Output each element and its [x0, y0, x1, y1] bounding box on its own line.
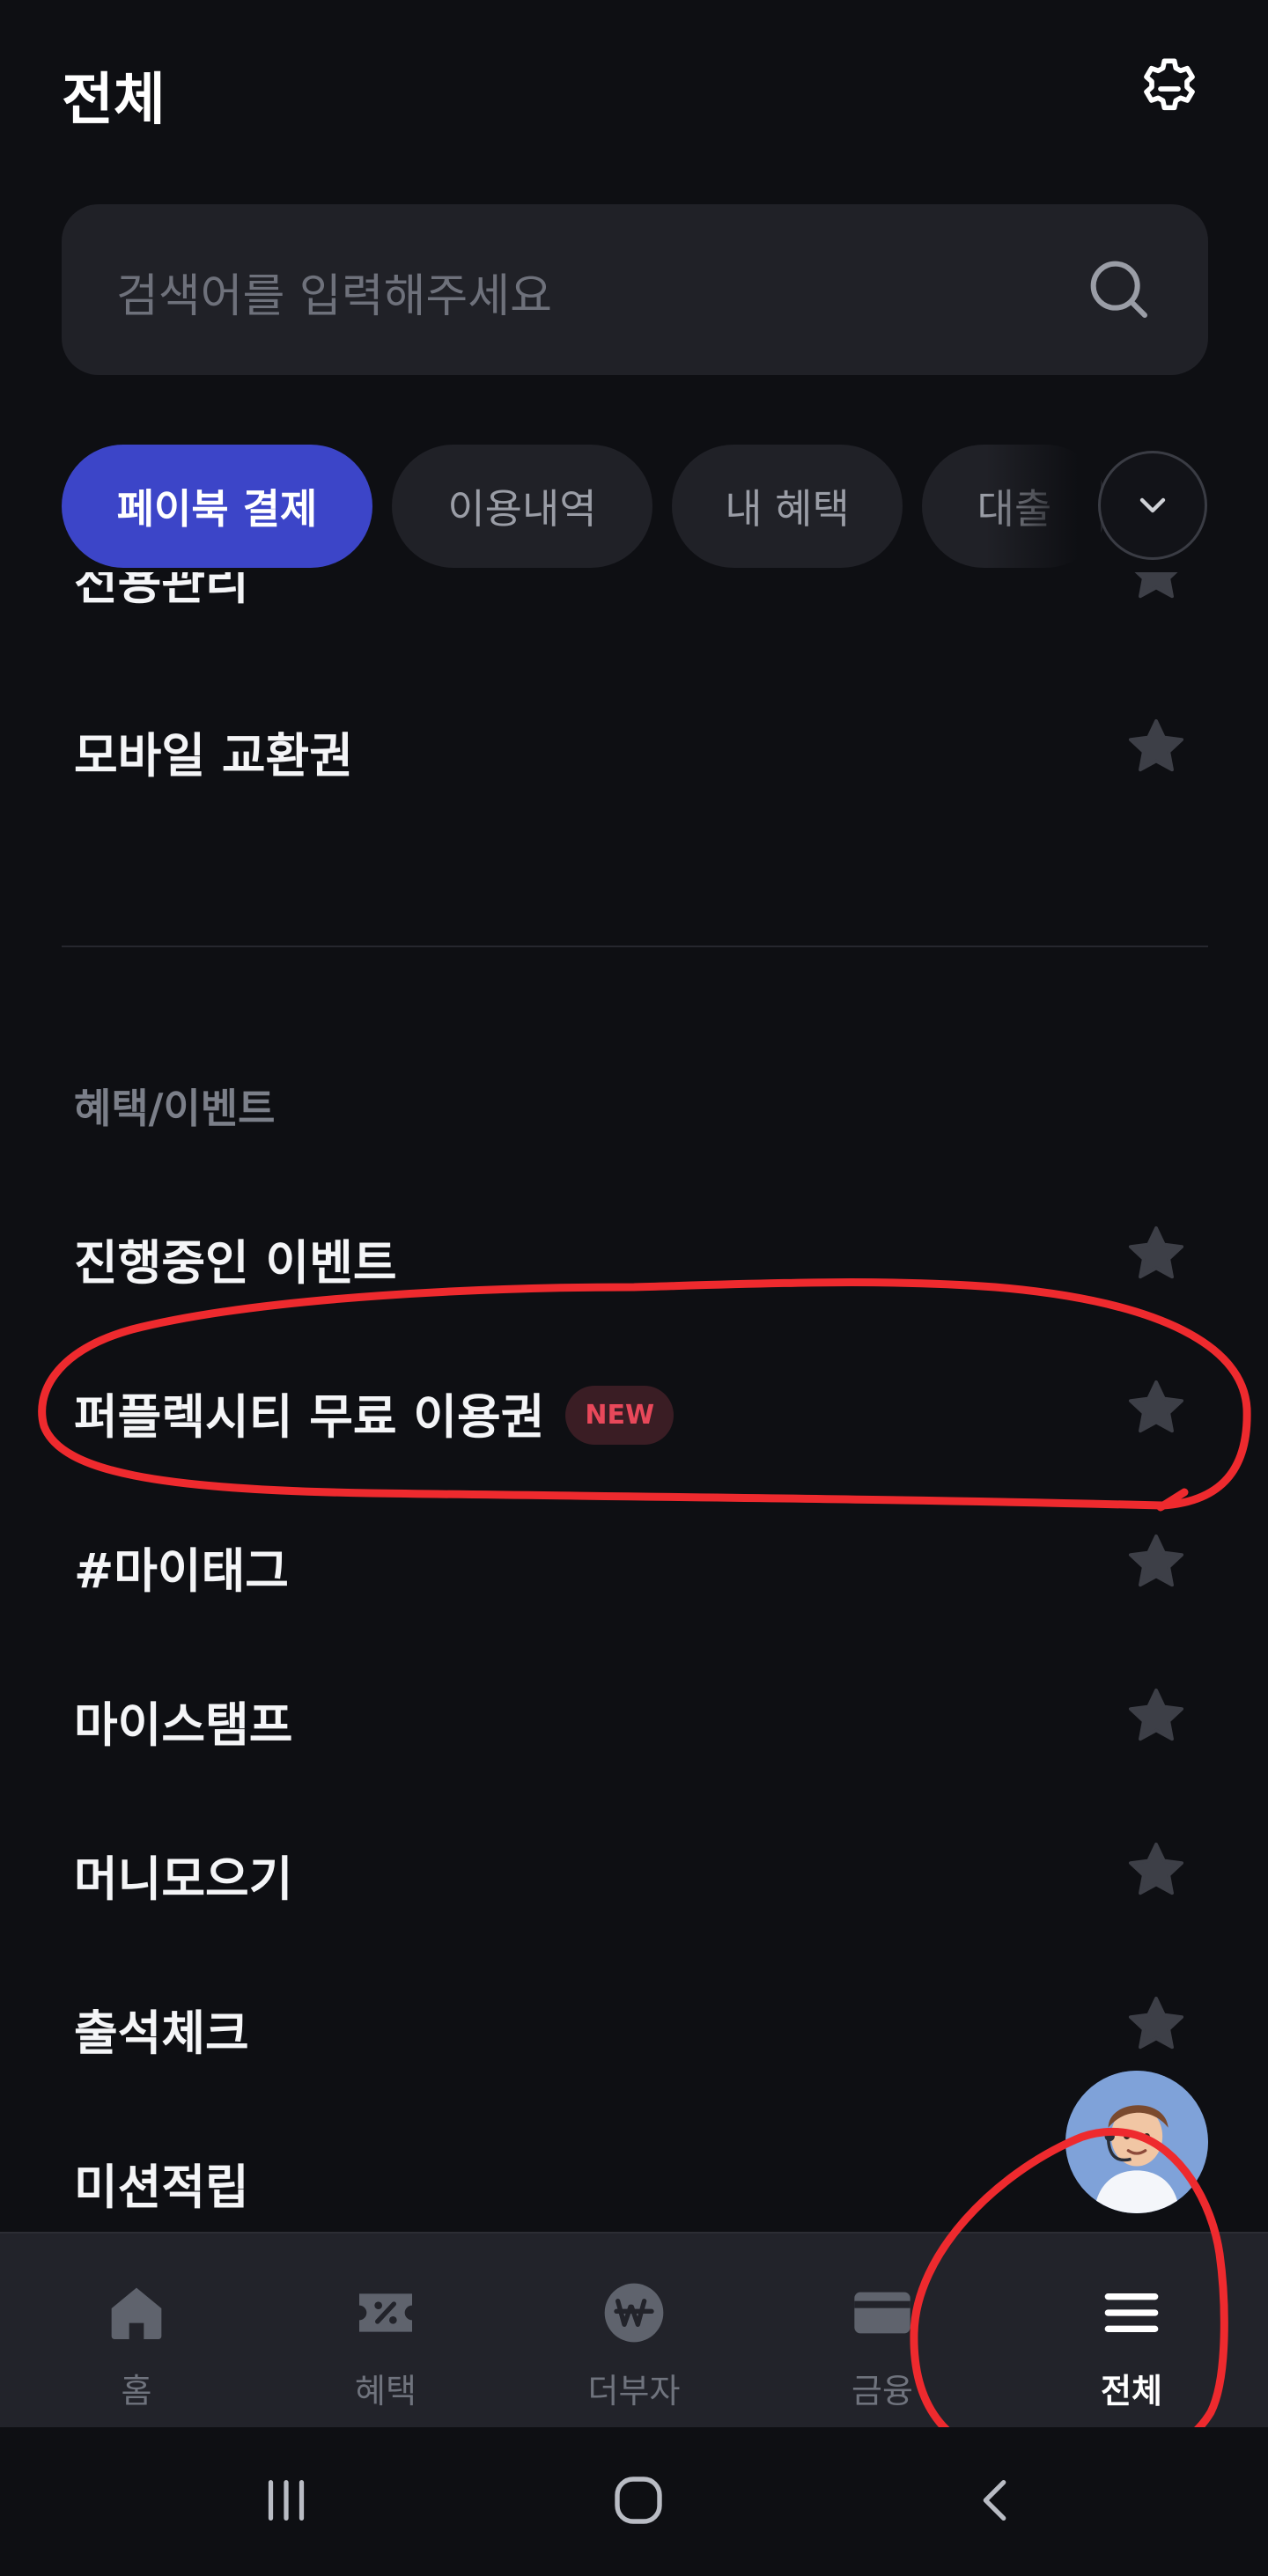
menu-item-label: 미션적립	[74, 2160, 249, 2215]
menu-item-label: 출석체크	[74, 2006, 249, 2061]
menu-item[interactable]: 출석체크	[0, 1957, 1268, 2089]
tab-label: 금융	[851, 2372, 913, 2410]
menu-item[interactable]: 진행중인 이벤트	[0, 1187, 1268, 1319]
assistant-avatar-icon	[1065, 2071, 1208, 2213]
menu-item-label: 모바일 교환권	[74, 728, 353, 784]
tab-all[interactable]: 전체	[1026, 2234, 1237, 2429]
menu-item-label: 마이스탬프	[74, 1697, 293, 1753]
menu-item-label: 전용관리	[74, 572, 249, 610]
recent-apps-icon	[268, 2479, 305, 2521]
menu-icon	[1104, 2293, 1159, 2332]
menu-item-label: #마이태그	[74, 1543, 289, 1599]
section-title: 혜택/이벤트	[74, 1085, 276, 1132]
recent-apps-button[interactable]	[247, 2461, 326, 2540]
card-icon	[854, 2292, 910, 2334]
header: 전체	[0, 0, 1268, 176]
assistant-avatar-button[interactable]	[1065, 2071, 1208, 2213]
back-icon	[983, 2479, 1006, 2521]
tab-finance[interactable]: 금융	[777, 2234, 988, 2429]
tab-home[interactable]: 홈	[31, 2234, 242, 2429]
menu-list[interactable]: 전용관리 모바일 교환권 혜택/이벤트 진행중인 이벤트 퍼플렉시티 무료 이용…	[0, 572, 1268, 2232]
menu-item[interactable]: 마이스탬프	[0, 1649, 1268, 1781]
chip-history[interactable]: 이용내역	[392, 445, 652, 568]
star-icon[interactable]	[1123, 713, 1190, 780]
gear-icon	[1144, 58, 1195, 111]
star-icon[interactable]	[1123, 1836, 1190, 1903]
tab-label: 전체	[1101, 2372, 1162, 2410]
chips-fade	[986, 445, 1101, 568]
system-navigation-bar	[0, 2427, 1268, 2576]
menu-item-text: 퍼플렉시티 무료 이용권	[74, 1389, 545, 1445]
bottom-tab-bar: 홈 혜택 더부자 금융 전체	[0, 2232, 1268, 2427]
menu-item-label: 머니모으기	[74, 1851, 293, 1907]
tab-label: 혜택	[355, 2372, 417, 2410]
star-icon[interactable]	[1123, 572, 1190, 607]
menu-item[interactable]: 퍼플렉시티 무료 이용권 NEW	[0, 1341, 1268, 1473]
search-input[interactable]: 검색어를 입력해주세요	[62, 204, 1208, 375]
search-icon[interactable]	[1083, 254, 1154, 324]
star-icon[interactable]	[1123, 1528, 1190, 1595]
star-icon[interactable]	[1123, 1991, 1190, 2057]
settings-button[interactable]	[1132, 51, 1207, 127]
menu-item-label: 퍼플렉시티 무료 이용권 NEW	[74, 1378, 675, 1450]
back-button[interactable]	[956, 2461, 1036, 2540]
tab-wealth[interactable]: 더부자	[528, 2234, 740, 2429]
page-title: 전체	[62, 68, 166, 133]
section-divider	[62, 946, 1208, 947]
star-icon[interactable]	[1123, 1682, 1190, 1749]
tab-benefits[interactable]: 혜택	[280, 2234, 491, 2429]
chip-payment[interactable]: 페이북 결제	[62, 445, 372, 568]
new-badge: NEW	[565, 1385, 675, 1445]
home-circle-icon	[615, 2477, 662, 2524]
chevron-down-icon	[1139, 497, 1166, 513]
chips-expand-button[interactable]	[1098, 451, 1207, 560]
search-placeholder: 검색어를 입력해주세요	[116, 270, 552, 323]
home-icon	[111, 2287, 162, 2339]
home-system-button[interactable]	[599, 2461, 678, 2540]
star-icon[interactable]	[1123, 1220, 1190, 1287]
coupon-icon	[359, 2293, 412, 2332]
menu-item-label: 진행중인 이벤트	[74, 1235, 397, 1291]
menu-item[interactable]: #마이태그	[0, 1495, 1268, 1627]
menu-item[interactable]: 머니모으기	[0, 1803, 1268, 1935]
menu-item[interactable]: 모바일 교환권	[0, 680, 1268, 812]
tab-label: 더부자	[587, 2372, 681, 2410]
won-icon	[604, 2283, 664, 2343]
menu-item[interactable]: 전용관리	[0, 572, 1268, 638]
star-icon[interactable]	[1123, 1374, 1190, 1441]
tab-label: 홈	[121, 2372, 152, 2410]
chip-benefits[interactable]: 내 혜택	[672, 445, 903, 568]
